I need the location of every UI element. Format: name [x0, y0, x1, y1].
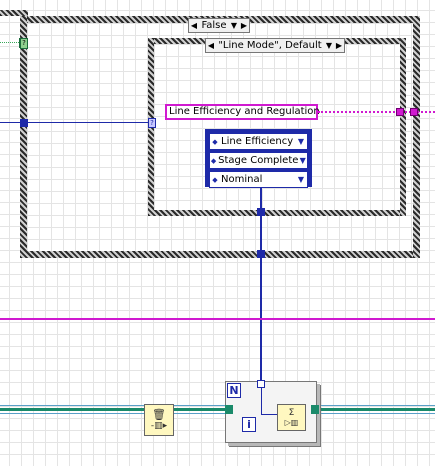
inner-case-selector-label: "Line Mode", Default [218, 40, 322, 51]
outer-left-green-tunnel: ? [20, 38, 28, 49]
cluster-wire-mid [0, 408, 435, 411]
left-green-wire [0, 42, 19, 43]
release-queue-node[interactable]: 🗑 -▥▸ [144, 404, 174, 436]
chevron-down-icon[interactable]: ▼ [324, 39, 334, 52]
queue-icon: -▥▸ [150, 421, 168, 431]
pink-string-wire [0, 318, 435, 320]
outer-pink-tunnel [410, 108, 418, 116]
enqueue-node[interactable]: Σ ▷▥ [277, 404, 306, 431]
enum-constant-label: Line Efficiency [221, 136, 294, 147]
enum-constant-line-efficiency[interactable]: ◆ Line Efficiency ▼ [209, 133, 308, 150]
string-constant[interactable]: Line Efficiency and Regulation [165, 104, 320, 120]
updown-icon[interactable]: ◆ [210, 138, 220, 146]
enum-constant-stage-complete[interactable]: ◆ Stage Complete ▼ [209, 152, 308, 169]
inner-case-selector-terminal[interactable]: ? [148, 118, 156, 128]
chevron-down-icon[interactable]: ▼ [229, 19, 239, 32]
enum-constant-nominal[interactable]: ◆ Nominal ▼ [209, 171, 308, 188]
outer-enum-tunnel [257, 250, 265, 258]
outer-case-selector[interactable]: ◀ False ▼ ▶ [188, 18, 250, 33]
loop-inner-wire-h [261, 414, 278, 415]
loop-inner-wire [261, 388, 262, 415]
loop-iteration-terminal: i [242, 417, 256, 432]
enum-cluster-wire-down [260, 216, 262, 252]
outer-case-frame-bottom [20, 251, 420, 258]
enum-constant-label: Nominal [221, 174, 263, 185]
outer-case-frame-right [413, 16, 420, 258]
outer-case-selector-label: False [201, 20, 227, 31]
outer-case-frame-left [20, 16, 27, 258]
cluster-wire-bottom [0, 413, 435, 414]
loop-count-terminal[interactable]: N [227, 383, 241, 398]
chevron-down-icon[interactable]: ▼ [295, 175, 307, 184]
loop-count-tunnel [257, 380, 265, 388]
inner-pink-tunnel [396, 108, 404, 116]
inner-case-selector[interactable]: ◀ "Line Mode", Default ▼ ▶ [205, 38, 345, 53]
updown-icon[interactable]: ◆ [210, 176, 220, 184]
question-icon: ? [150, 119, 154, 127]
chevron-down-icon[interactable]: ▼ [295, 137, 307, 146]
inner-case-frame-bottom [148, 210, 406, 216]
inner-case-structure[interactable] [148, 38, 406, 216]
enum-wire-to-loop [260, 258, 262, 382]
right-arrow-icon[interactable]: ▶ [334, 39, 344, 52]
right-arrow-icon[interactable]: ▶ [239, 19, 249, 32]
inner-enum-tunnel [257, 208, 265, 216]
loop-left-tunnel [225, 405, 233, 414]
enum-constant-cluster: ◆ Line Efficiency ▼ ◆ Stage Complete ▼ ◆… [205, 129, 312, 188]
sigma-icon: Σ [288, 407, 295, 418]
enqueue-icon: ▷▥ [284, 417, 299, 427]
outer-blue-tunnel [20, 119, 28, 127]
loop-right-tunnel [311, 405, 319, 414]
trash-icon: 🗑 [152, 408, 166, 421]
left-arrow-icon[interactable]: ◀ [189, 19, 199, 32]
chevron-down-icon[interactable]: ▼ [298, 156, 307, 165]
enum-constant-label: Stage Complete [218, 155, 299, 166]
cluster-wire-top [0, 405, 435, 406]
question-icon: ? [22, 39, 26, 47]
left-arrow-icon[interactable]: ◀ [206, 39, 216, 52]
inner-case-frame-right [400, 38, 406, 216]
updown-icon[interactable]: ◆ [210, 157, 217, 165]
